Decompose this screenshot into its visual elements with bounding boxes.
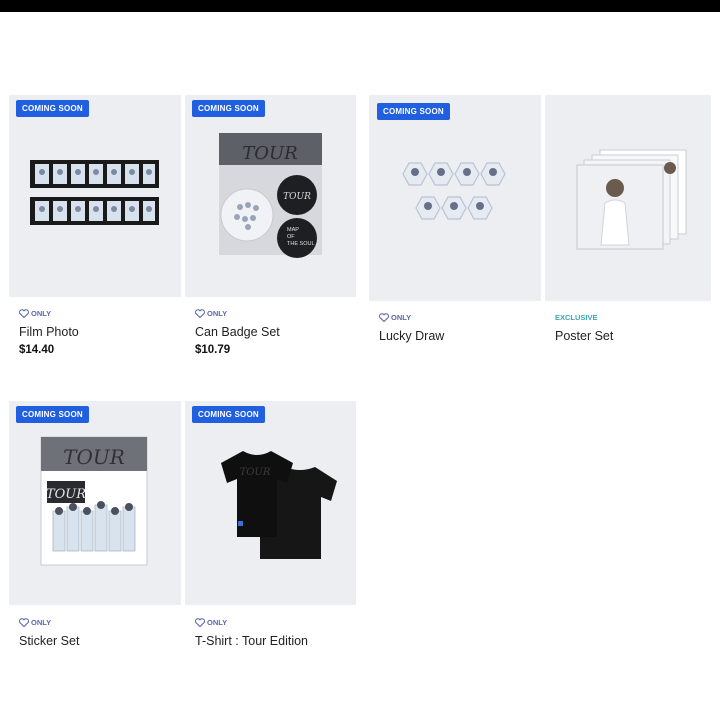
product-name[interactable]: T-Shirt : Tour Edition — [195, 634, 308, 648]
film-photo-illustration — [30, 160, 159, 225]
product-card-sticker-set[interactable]: TOUR TOUR COMING SOON ONLY Sticker Set — [9, 401, 181, 661]
tour-mini-text: TOUR — [283, 192, 311, 202]
can-badge-illustration: TOUR TOUR MAP OF THE SOUL — [219, 133, 322, 258]
heart-check-icon — [19, 309, 29, 318]
only-tag: ONLY — [195, 309, 227, 318]
tag-label: EXCLUSIVE — [555, 313, 598, 322]
sticker-set-illustration: TOUR TOUR — [40, 436, 148, 566]
product-card-lucky-draw[interactable]: COMING SOON ONLY Lucky Draw — [369, 95, 541, 360]
only-tag: ONLY — [195, 618, 227, 627]
product-price: $14.40 — [19, 344, 55, 356]
product-card-can-badge-set[interactable]: TOUR TOUR MAP OF THE SOUL COMING SOON ON… — [185, 95, 356, 360]
tag-label: ONLY — [31, 618, 52, 627]
svg-text:MAP: MAP — [287, 227, 299, 233]
poster-set-illustration — [576, 149, 687, 250]
product-image[interactable]: COMING SOON — [9, 95, 181, 297]
coming-soon-badge: COMING SOON — [16, 406, 89, 423]
product-card-t-shirt[interactable]: TOUR COMING SOON ONLY T-Shirt : Tour Edi… — [185, 401, 356, 661]
product-price: $10.79 — [195, 344, 231, 356]
heart-check-icon — [19, 618, 29, 627]
product-image[interactable]: TOUR TOUR COMING SOON — [9, 401, 181, 605]
product-name[interactable]: Sticker Set — [19, 634, 79, 648]
product-name[interactable]: Lucky Draw — [379, 329, 444, 343]
coming-soon-badge: COMING SOON — [192, 100, 265, 117]
only-tag: ONLY — [19, 309, 51, 318]
lucky-draw-illustration — [402, 162, 506, 220]
heart-check-icon — [379, 313, 389, 322]
tour-logo-text: TOUR — [63, 445, 125, 469]
svg-text:OF: OF — [287, 234, 295, 240]
coming-soon-badge: COMING SOON — [16, 100, 89, 117]
t-shirt-illustration: TOUR — [221, 451, 337, 559]
heart-check-icon — [195, 618, 205, 627]
svg-text:THE SOUL: THE SOUL — [287, 241, 315, 247]
product-image[interactable]: TOUR TOUR MAP OF THE SOUL COMING SOON — [185, 95, 356, 297]
tag-label: ONLY — [391, 313, 412, 322]
only-tag: ONLY — [19, 618, 51, 627]
product-card-film-photo[interactable]: COMING SOON ONLY Film Photo $14.40 — [9, 95, 181, 360]
coming-soon-badge: COMING SOON — [192, 406, 265, 423]
tag-label: ONLY — [207, 309, 228, 318]
top-black-bar — [0, 0, 720, 12]
tour-shirt-text: TOUR — [240, 467, 271, 478]
product-image[interactable]: TOUR COMING SOON — [185, 401, 356, 605]
product-image[interactable]: COMING SOON — [369, 95, 541, 301]
tour-logo-text: TOUR — [242, 143, 298, 164]
product-image[interactable] — [545, 95, 711, 301]
heart-check-icon — [195, 309, 205, 318]
product-name[interactable]: Film Photo — [19, 325, 79, 339]
product-name[interactable]: Poster Set — [555, 329, 613, 343]
exclusive-tag: EXCLUSIVE — [555, 313, 598, 322]
tag-label: ONLY — [31, 309, 52, 318]
tag-label: ONLY — [207, 618, 228, 627]
product-card-poster-set[interactable]: EXCLUSIVE Poster Set — [545, 95, 711, 360]
product-name[interactable]: Can Badge Set — [195, 325, 280, 339]
only-tag: ONLY — [379, 313, 411, 322]
coming-soon-badge: COMING SOON — [377, 103, 450, 120]
tour-sticker-text: TOUR — [46, 487, 86, 502]
